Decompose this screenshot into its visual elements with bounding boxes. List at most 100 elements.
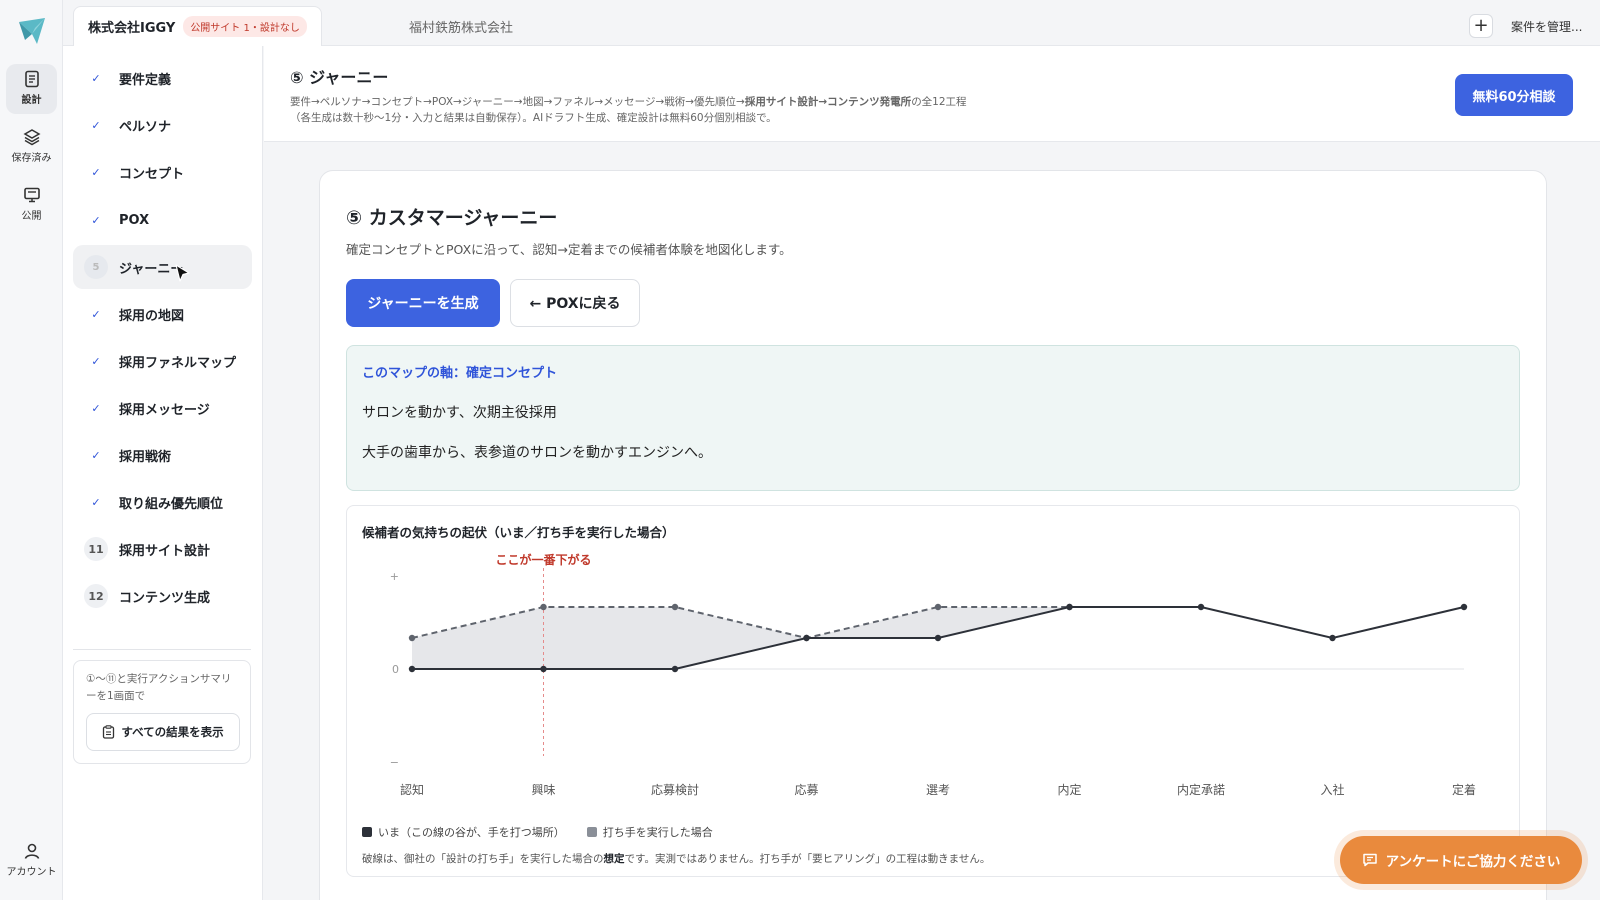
x-tick-label: 内定承諾 (1177, 782, 1225, 797)
x-tick-label: 内定 (1057, 782, 1081, 797)
x-tick-label: 興味 (531, 783, 555, 797)
step-label: コンセプト (119, 166, 185, 182)
check-icon: ✓ (91, 213, 101, 227)
series-after-point (671, 603, 679, 611)
manage-projects-link[interactable]: 案件を管理... (1511, 18, 1582, 35)
step-item-persona[interactable]: ✓ ペルソナ (73, 103, 252, 147)
series-now-point (934, 634, 942, 642)
step-item-journey[interactable]: 5 ジャーニー (73, 245, 252, 289)
series-after-point (934, 603, 942, 611)
step-label: 採用ファネルマップ (119, 355, 237, 371)
survey-button[interactable]: アンケートにご協力ください (1340, 836, 1582, 884)
concept-axis-box: このマップの軸：確定コンセプト サロンを動かす、次期主役採用 大手の歯車から、表… (346, 345, 1520, 491)
tab-label: 福村鉄筋株式会社 (409, 20, 514, 36)
generate-journey-button[interactable]: ジャーニーを生成 (346, 279, 500, 327)
chart-legend: いま（この線の谷が、手を打つ場所） 打ち手を実行した場合 (362, 824, 713, 840)
app-logo-icon[interactable] (15, 14, 49, 48)
series-now-point (1066, 603, 1073, 611)
rail-item-label: 保存済み (11, 153, 52, 164)
emotion-chart-box: +0 − ここが一番下がる 認知 興味 応募検討 応募 選考 内定 内定承諾 入社 定着 候補者の気持… (346, 505, 1520, 877)
step-label: 要件定義 (119, 72, 172, 88)
chart-note: 破線は、御社の「設計の打ち手」を実行した場合の想定です。実測ではありません。打ち… (362, 851, 990, 866)
note-text: です。実測ではありません。打ち手が「要ヒアリング」の工程は動きません。 (624, 853, 991, 865)
x-tick-label: 入社 (1320, 782, 1344, 797)
series-now-point (1460, 603, 1468, 611)
layers-icon (22, 129, 41, 146)
x-tick-label: 選考 (926, 783, 950, 797)
step-label: ペルソナ (119, 119, 172, 135)
y-tick-label: − (390, 756, 399, 769)
card-description: 確定コンセプトとPOXに沿って、認知→定着までの候補者体験を地図化します。 (346, 242, 792, 257)
legend-item-now: いま（この線の谷が、手を打つ場所） (362, 824, 565, 840)
note-bold: 想定 (603, 853, 625, 865)
step-item-content[interactable]: 12 コンテンツ生成 (73, 574, 252, 618)
improvement-area (412, 607, 1070, 669)
step-label: 取り組み優先順位 (119, 496, 224, 512)
document-icon (24, 70, 39, 88)
summary-text: ①〜⑪と実行アクションサマリーを1画面で (86, 673, 232, 702)
emotion-line-chart: +0 − ここが一番下がる認知 興味 応募検討 応募 選考 内定 内定承諾 入社 定着 (390, 552, 1476, 797)
left-rail: 設計 保存済み 公開 アカウント (0, 0, 63, 900)
step-label: 採用戦術 (119, 449, 172, 465)
rail-item-saved[interactable]: 保存済み (6, 122, 57, 172)
step-item-concept[interactable]: ✓ コンセプト (73, 150, 252, 194)
rail-item-publish[interactable]: 公開 (6, 180, 57, 230)
step-item-priority[interactable]: ✓ 取り組み優先順位 (73, 480, 252, 524)
project-tabs-bar: 株式会社IGGY 公開サイト 1・設計なし 福村鉄筋株式会社 + 案件を管理..… (63, 0, 1600, 46)
rail-item-design[interactable]: 設計 (6, 64, 57, 114)
x-tick-label: 応募 (794, 783, 818, 797)
check-icon: ✓ (91, 71, 101, 85)
add-project-button[interactable]: + (1469, 14, 1493, 38)
step-item-site-design[interactable]: 11 採用サイト設計 (73, 527, 252, 571)
check-icon: ✓ (91, 448, 101, 462)
step-number: 12 (84, 584, 108, 608)
rail-item-label: 設計 (21, 95, 42, 106)
step-sidebar: ✓ 要件定義 ✓ ペルソナ ✓ コンセプト ✓ POX 5 ジャーニー ✓ 採用の地図 ✓ 採… (63, 46, 263, 900)
x-tick-label: 認知 (400, 782, 424, 797)
tab-label: 株式会社IGGY (88, 21, 176, 36)
tab-iggy[interactable]: 株式会社IGGY 公開サイト 1・設計なし (73, 6, 322, 46)
check-icon: ✓ (91, 118, 101, 132)
step-number: 11 (84, 537, 108, 561)
check-icon: ✓ (91, 401, 101, 415)
status-badge: 公開サイト 1・設計なし (183, 16, 307, 37)
show-all-results-button[interactable]: すべての結果を表示 (86, 713, 240, 751)
free-consultation-button[interactable]: 無料60分相談 (1455, 74, 1573, 116)
step-label: 採用サイト設計 (119, 543, 211, 559)
process-steps-text: 要件→ペルソナ→コンセプト→POX→ジャーニー→地図→ファネル→メッセージ→戦術… (290, 96, 745, 108)
legend-label: 打ち手を実行した場合 (602, 826, 713, 839)
step-item-pox[interactable]: ✓ POX (73, 198, 252, 242)
series-now-point (1329, 634, 1336, 642)
step-item-tactics[interactable]: ✓ 採用戦術 (73, 433, 252, 477)
check-icon: ✓ (91, 354, 101, 368)
mouse-cursor-icon (175, 264, 190, 282)
card-title: ⑤ カスタマージャーニー (346, 207, 558, 229)
concept-line-2: 大手の歯車から、表参道のサロンを動かすエンジンへ。 (362, 445, 712, 461)
concept-line-1: サロンを動かす、次期主役採用 (362, 405, 557, 421)
x-tick-label: 応募検討 (651, 782, 699, 797)
step-item-requirements[interactable]: ✓ 要件定義 (73, 56, 252, 100)
series-after-point (540, 603, 547, 611)
step-item-funnel[interactable]: ✓ 採用ファネルマップ (73, 339, 252, 383)
chart-title: 候補者の気持ちの起伏（いま／打ち手を実行した場合） (362, 525, 675, 540)
tab-fukumura[interactable]: 福村鉄筋株式会社 (395, 6, 527, 46)
legend-item-after: 打ち手を実行した場合 (586, 824, 713, 840)
rail-item-label: 公開 (21, 211, 42, 222)
process-steps-bold: 採用サイト設計→コンテンツ発電所 (744, 96, 912, 108)
page-title: ⑤ ジャーニー (290, 68, 389, 87)
survey-label: アンケートにご協力ください (1385, 854, 1561, 870)
back-to-pox-button[interactable]: ← POXに戻る (510, 279, 640, 327)
legend-label: いま（この線の谷が、手を打つ場所） (378, 826, 565, 839)
sidebar-divider (73, 649, 251, 650)
step-label: コンテンツ生成 (119, 590, 211, 606)
rail-account[interactable]: アカウント (2, 842, 61, 878)
step-item-message[interactable]: ✓ 採用メッセージ (73, 386, 252, 430)
main-header: ⑤ ジャーニー 要件→ペルソナ→コンセプト→POX→ジャーニー→地図→ファネル→… (264, 46, 1600, 142)
note-text: 破線は、御社の「設計の打ち手」を実行した場合の (362, 853, 604, 865)
annotation-label: ここが一番下がる (495, 552, 591, 567)
axis-heading: このマップの軸：確定コンセプト (362, 366, 558, 381)
step-item-map[interactable]: ✓ 採用の地図 (73, 292, 252, 336)
y-tick-label: + (390, 570, 399, 583)
monitor-icon (23, 187, 40, 203)
check-icon: ✓ (91, 307, 101, 321)
